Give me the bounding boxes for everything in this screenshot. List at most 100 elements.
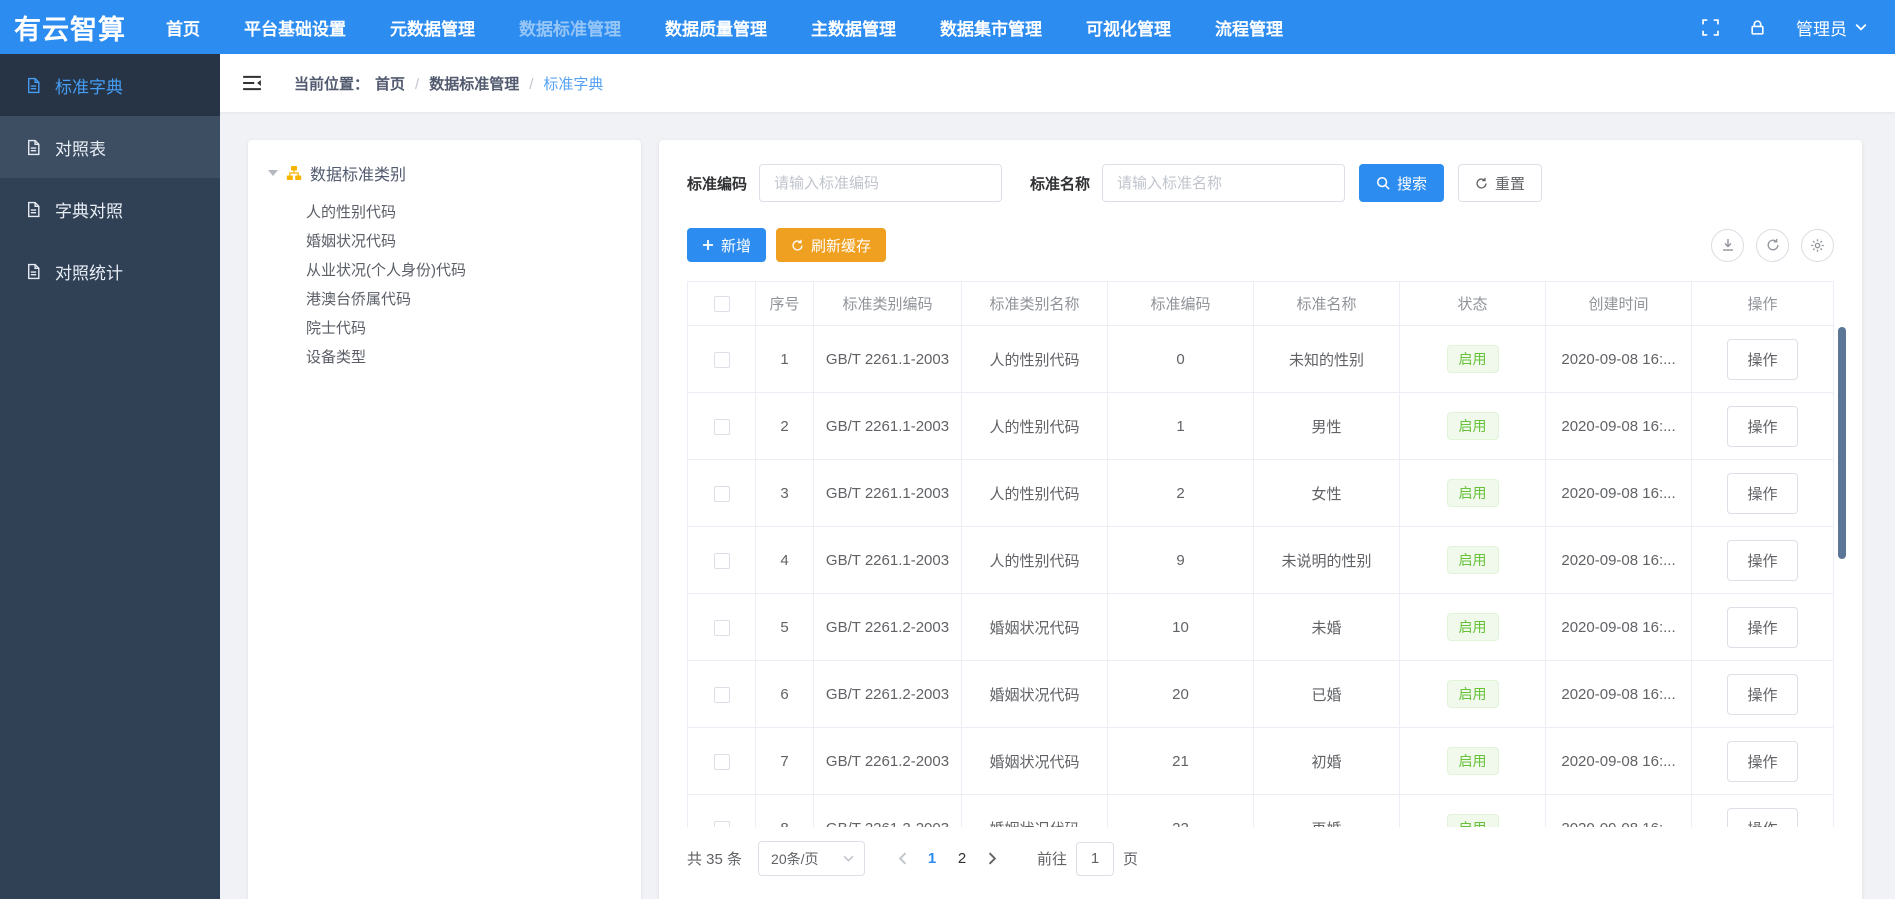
row-action-button[interactable]: 操作 <box>1727 539 1798 581</box>
download-icon <box>1721 238 1735 252</box>
row-checkbox[interactable] <box>713 351 730 368</box>
cell-code: 21 <box>1107 727 1254 795</box>
sidebar-item[interactable]: 字典对照 <box>0 178 220 240</box>
cell-category-name: 人的性别代码 <box>961 325 1108 393</box>
breadcrumb-item[interactable]: 标准字典 <box>519 73 603 94</box>
breadcrumb: 首页 数据标准管理 标准字典 <box>375 73 603 94</box>
row-action-button[interactable]: 操作 <box>1727 673 1798 715</box>
page-number[interactable]: 2 <box>947 843 977 875</box>
table-scrollbar-thumb[interactable] <box>1838 327 1846 559</box>
gear-icon <box>1810 238 1825 253</box>
search-button[interactable]: 搜索 <box>1359 164 1445 202</box>
goto-page-input[interactable] <box>1076 841 1115 876</box>
name-filter-input[interactable] <box>1102 164 1346 202</box>
cell-name: 已婚 <box>1253 660 1400 728</box>
row-checkbox[interactable] <box>713 686 730 703</box>
tree-node[interactable]: 设备类型 <box>306 343 629 372</box>
name-filter-label: 标准名称 <box>1030 175 1091 193</box>
total-count: 共 35 条 <box>687 851 743 868</box>
refresh-table-button[interactable] <box>1756 228 1789 262</box>
collapse-menu-icon[interactable] <box>242 75 262 91</box>
row-action-button[interactable]: 操作 <box>1727 338 1798 380</box>
row-checkbox[interactable] <box>713 552 730 569</box>
table-header-row: 序号 标准类别编码 标准类别名称 标准编码 标准名称 状态 创建时间 操作 <box>687 281 1834 326</box>
cell-code: 20 <box>1107 660 1254 728</box>
status-badge: 启用 <box>1446 344 1499 374</box>
sidebar-item[interactable]: 标准字典 <box>0 54 220 116</box>
tree-node[interactable]: 从业状况(个人身份)代码 <box>306 256 629 285</box>
category-tree-panel: 数据标准类别 人的性别代码 婚姻状况代码 从业状况(个人身份)代码 港澳台侨属代… <box>248 140 641 899</box>
cell-category-code: GB/T 2261.2-2003 <box>813 794 962 827</box>
prev-page-button[interactable] <box>887 843 917 875</box>
chevron-down-icon <box>1855 23 1867 31</box>
tree-root-node[interactable]: 数据标准类别 <box>260 156 629 190</box>
header-cell-category-name: 标准类别名称 <box>961 281 1108 326</box>
breadcrumb-item[interactable]: 数据标准管理 <box>405 73 519 94</box>
sidebar-item-label: 对照表 <box>55 139 106 159</box>
caret-down-icon <box>268 170 278 176</box>
filter-form: 标准编码 标准名称 搜索 <box>687 164 1834 202</box>
topbar-right: 管理员 <box>1702 15 1867 40</box>
export-button[interactable] <box>1711 228 1744 262</box>
row-action-button[interactable]: 操作 <box>1727 606 1798 648</box>
tree-node[interactable]: 院士代码 <box>306 314 629 343</box>
cell-created: 2020-09-08 16:... <box>1545 325 1692 393</box>
nav-item[interactable]: 流程管理 <box>1215 15 1283 40</box>
nav-item[interactable]: 数据标准管理 <box>519 15 621 40</box>
breadcrumb-item[interactable]: 首页 <box>375 73 405 94</box>
search-icon <box>1376 176 1390 190</box>
cell-category-code: GB/T 2261.1-2003 <box>813 526 962 594</box>
sidebar-item-label: 对照统计 <box>55 263 123 283</box>
nav-item[interactable]: 主数据管理 <box>811 15 896 40</box>
code-filter-input[interactable] <box>759 164 1003 202</box>
search-button-label: 搜索 <box>1397 175 1428 193</box>
select-all-checkbox[interactable] <box>713 296 730 313</box>
reset-button[interactable]: 重置 <box>1458 164 1543 202</box>
row-checkbox[interactable] <box>713 820 730 827</box>
reset-button-label: 重置 <box>1495 175 1526 193</box>
cell-status: 启用 <box>1399 794 1546 827</box>
nav-item[interactable]: 数据质量管理 <box>665 15 767 40</box>
cell-category-name: 人的性别代码 <box>961 526 1108 594</box>
row-checkbox[interactable] <box>713 418 730 435</box>
tree-node[interactable]: 人的性别代码 <box>306 198 629 227</box>
row-action-button[interactable]: 操作 <box>1727 405 1798 447</box>
nav-item[interactable]: 数据集市管理 <box>940 15 1042 40</box>
cell-name: 初婚 <box>1253 727 1400 795</box>
tree-node[interactable]: 婚姻状况代码 <box>306 227 629 256</box>
cell-status: 启用 <box>1399 325 1546 393</box>
cell-seq: 3 <box>755 459 814 527</box>
refresh-icon <box>791 239 804 252</box>
nav-item[interactable]: 可视化管理 <box>1086 15 1171 40</box>
row-action-button[interactable]: 操作 <box>1727 740 1798 782</box>
nav-item[interactable]: 首页 <box>166 15 200 40</box>
cell-action: 操作 <box>1691 593 1834 661</box>
sidebar-item[interactable]: 对照统计 <box>0 240 220 302</box>
tree-node[interactable]: 港澳台侨属代码 <box>306 285 629 314</box>
cell-checkbox <box>687 593 756 661</box>
lock-icon[interactable] <box>1749 19 1766 36</box>
nav-item[interactable]: 平台基础设置 <box>244 15 346 40</box>
next-page-button[interactable] <box>977 843 1007 875</box>
refresh-cache-button[interactable]: 刷新缓存 <box>776 228 887 262</box>
sidebar-item[interactable]: 对照表 <box>0 116 220 178</box>
cell-action: 操作 <box>1691 660 1834 728</box>
column-settings-button[interactable] <box>1801 228 1834 262</box>
status-badge: 启用 <box>1446 545 1499 575</box>
row-checkbox[interactable] <box>713 485 730 502</box>
row-action-button[interactable]: 操作 <box>1727 472 1798 514</box>
page-size-select[interactable]: 20条/页 <box>758 841 866 876</box>
fullscreen-icon[interactable] <box>1702 18 1719 36</box>
row-checkbox[interactable] <box>713 753 730 770</box>
nav-item[interactable]: 元数据管理 <box>390 15 475 40</box>
row-action-button[interactable]: 操作 <box>1727 807 1798 827</box>
cell-seq: 7 <box>755 727 814 795</box>
add-button[interactable]: 新增 <box>687 228 767 262</box>
header-cell-category-code: 标准类别编码 <box>813 281 962 326</box>
cell-category-name: 婚姻状况代码 <box>961 794 1108 827</box>
user-menu[interactable]: 管理员 <box>1796 15 1867 40</box>
row-checkbox[interactable] <box>713 619 730 636</box>
page-number[interactable]: 1 <box>917 843 947 875</box>
cell-code: 0 <box>1107 325 1254 393</box>
cell-category-name: 婚姻状况代码 <box>961 660 1108 728</box>
